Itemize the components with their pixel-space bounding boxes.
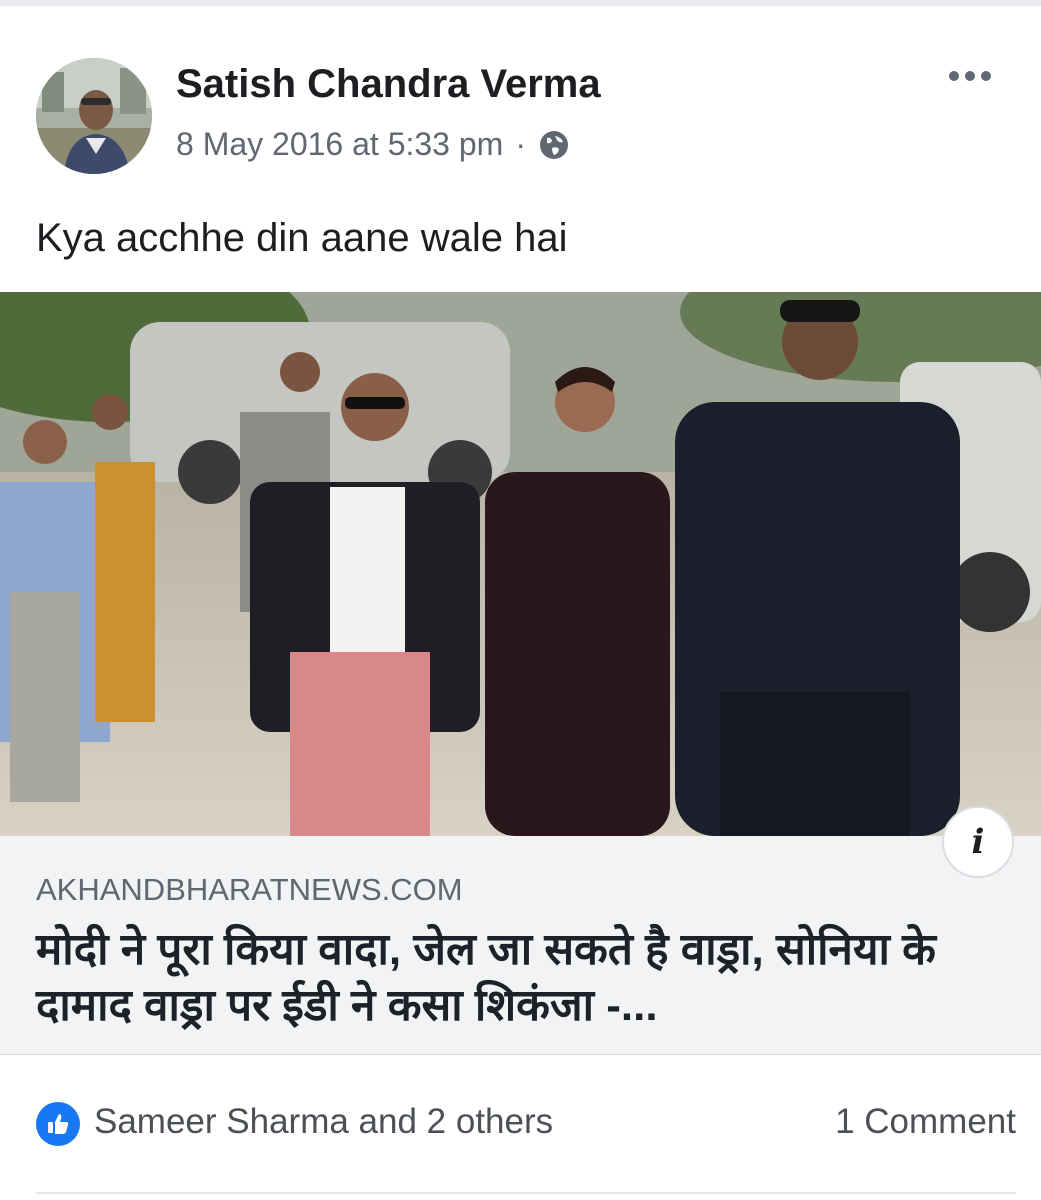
- globe-icon: [538, 129, 570, 161]
- post-meta: 8 May 2016 at 5:33 pm ·: [176, 126, 570, 163]
- info-button[interactable]: i: [942, 806, 1014, 878]
- post-header: Satish Chandra Verma 8 May 2016 at 5:33 …: [36, 54, 1016, 174]
- post-text: Kya acchhe din aane wale hai: [36, 216, 568, 260]
- comment-count[interactable]: 1 Comment: [835, 1102, 1016, 1142]
- top-divider: [0, 0, 1041, 6]
- link-preview[interactable]: AKHANDBHARATNEWS.COM मोदी ने पूरा किया व…: [0, 836, 1041, 1055]
- avatar[interactable]: [36, 58, 152, 174]
- meta-separator: ·: [515, 126, 526, 162]
- likers-text[interactable]: Sameer Sharma and 2 others: [94, 1102, 553, 1142]
- more-options-icon[interactable]: [946, 64, 994, 88]
- post-timestamp[interactable]: 8 May 2016 at 5:33 pm: [176, 126, 503, 163]
- link-preview-image[interactable]: [0, 292, 1041, 836]
- reactions-bar: Sameer Sharma and 2 others 1 Comment: [36, 1096, 1016, 1152]
- link-domain: AKHANDBHARATNEWS.COM: [36, 872, 463, 907]
- like-icon[interactable]: [36, 1102, 80, 1146]
- author-name[interactable]: Satish Chandra Verma: [176, 62, 601, 107]
- link-title[interactable]: मोदी ने पूरा किया वादा, जेल जा सकते है व…: [36, 922, 1016, 1034]
- bottom-divider: [36, 1192, 1016, 1194]
